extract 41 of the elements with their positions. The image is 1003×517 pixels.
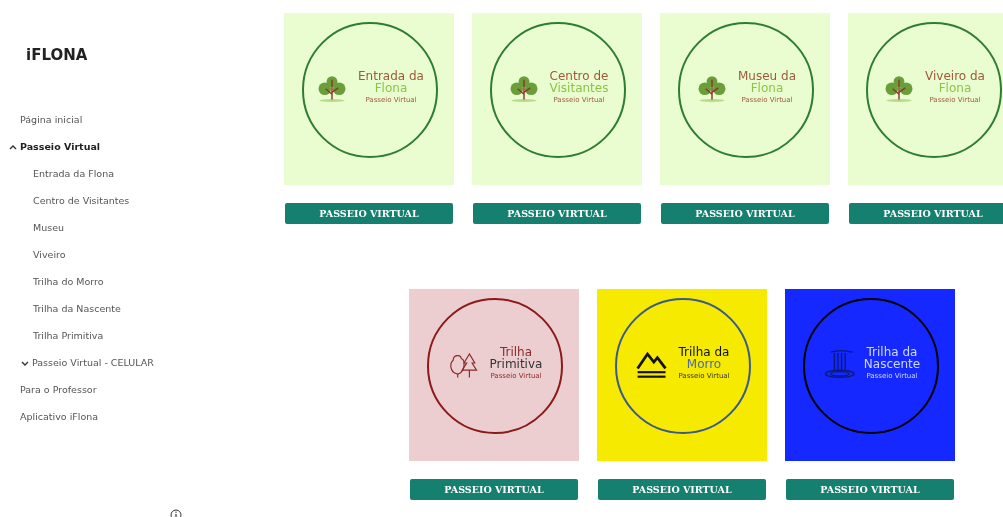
site-logo[interactable]: iFLONA: [26, 46, 88, 64]
logo-title: Centro de: [549, 69, 609, 83]
nav-item[interactable]: Passeio Virtual: [20, 141, 101, 152]
tour-button[interactable]: PASSEIO VIRTUAL: [661, 203, 829, 224]
nav-item[interactable]: Aplicativo iFlona: [20, 411, 99, 422]
nav-subitem[interactable]: Museu: [33, 222, 65, 233]
tree-icon: [510, 76, 538, 102]
tour-button[interactable]: PASSEIO VIRTUAL: [849, 203, 1003, 224]
nav-subitem[interactable]: Trilha da Nascente: [33, 303, 121, 314]
tour-button[interactable]: PASSEIO VIRTUAL: [473, 203, 641, 224]
nav-subitem[interactable]: Trilha Primitiva: [33, 330, 104, 341]
nav-subitem[interactable]: Centro de Visitantes: [33, 195, 130, 206]
logo-title: Trilha: [499, 345, 533, 359]
tour-button[interactable]: PASSEIO VIRTUAL: [285, 203, 453, 224]
logo-title: Entrada da: [358, 69, 424, 83]
logo-title: Nascente: [863, 358, 921, 371]
nav-subitem[interactable]: Trilha do Morro: [33, 276, 104, 287]
tree-icon: [885, 76, 913, 102]
logo-title: Viveiro da: [925, 69, 985, 83]
tour-button[interactable]: PASSEIO VIRTUAL: [598, 479, 766, 500]
nav-subitem[interactable]: Entrada da Flona: [33, 168, 114, 179]
logo-title: Flona: [938, 82, 972, 95]
logo-title: Morro: [686, 358, 722, 371]
waterfall-icon: [824, 350, 855, 379]
logo-title: Trilha da: [678, 345, 730, 359]
logo-title: Primitiva: [489, 358, 543, 371]
tour-button[interactable]: PASSEIO VIRTUAL: [410, 479, 578, 500]
trees-icon: [449, 353, 478, 378]
tree-icon: [318, 76, 346, 102]
logo-title: Visitantes: [549, 82, 609, 95]
tour-button[interactable]: PASSEIO VIRTUAL: [786, 479, 954, 500]
logo-title: Museu da: [738, 69, 796, 83]
mountain-icon: [636, 351, 668, 378]
logo-title: Flona: [374, 82, 408, 95]
nav-item[interactable]: Passeio Virtual - CELULAR: [32, 357, 154, 368]
logo-title: Flona: [750, 82, 784, 95]
nav-subitem[interactable]: Viveiro: [33, 249, 66, 260]
nav-item[interactable]: Página inicial: [20, 114, 83, 125]
nav-item[interactable]: Para o Professor: [20, 384, 97, 395]
logo-title: Trilha da: [866, 345, 918, 359]
tree-icon: [698, 76, 726, 102]
